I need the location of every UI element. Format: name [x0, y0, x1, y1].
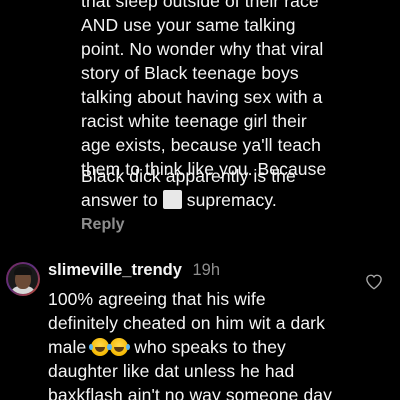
comment-2-fragment: who speaks to they — [134, 337, 286, 357]
comment-1-line: story of Black teenage boys — [81, 63, 299, 83]
comment-1-last-line: answer to supremacy. — [81, 188, 277, 212]
comment-1-line: AND use your same talking — [81, 15, 296, 35]
comment-1-line: that sleep outside of their race — [81, 0, 319, 11]
comment-1-fragment: answer to — [81, 190, 158, 210]
comment-2-fragment: male — [48, 337, 87, 357]
reply-button[interactable]: Reply — [81, 216, 125, 234]
comment-2-header: slimeville_trendy 19h — [48, 261, 220, 280]
face-with-tears-of-joy-emoji — [108, 338, 129, 356]
comment-2-line: daughter like dat unless he had — [48, 361, 295, 381]
heart-outline-icon[interactable] — [365, 273, 383, 291]
avatar[interactable] — [6, 262, 40, 296]
white-large-square-emoji — [162, 190, 182, 209]
comment-2-line: 100% agreeing that his wife — [48, 289, 266, 309]
comment-1-line: racist white teenage girl their — [81, 111, 307, 131]
comment-1-line: Black dick apparently is the — [81, 166, 296, 186]
comment-1-fragment: supremacy. — [186, 190, 277, 210]
comment-2-line: definitely cheated on him wit a dark — [48, 313, 325, 333]
timestamp: 19h — [192, 261, 221, 279]
comment-2-line-with-emoji: male who speaks to they — [48, 335, 286, 359]
face-with-tears-of-joy-emoji — [89, 338, 110, 356]
comment-1-line: talking about having sex with a — [81, 87, 323, 107]
username-link[interactable]: slimeville_trendy — [48, 261, 182, 279]
comment-2-line: baxkflash ain't no way someone day — [48, 385, 332, 400]
comment-1-line: age exists, because ya'll teach — [81, 135, 321, 155]
comment-1-line: point. No wonder why that viral — [81, 39, 324, 59]
